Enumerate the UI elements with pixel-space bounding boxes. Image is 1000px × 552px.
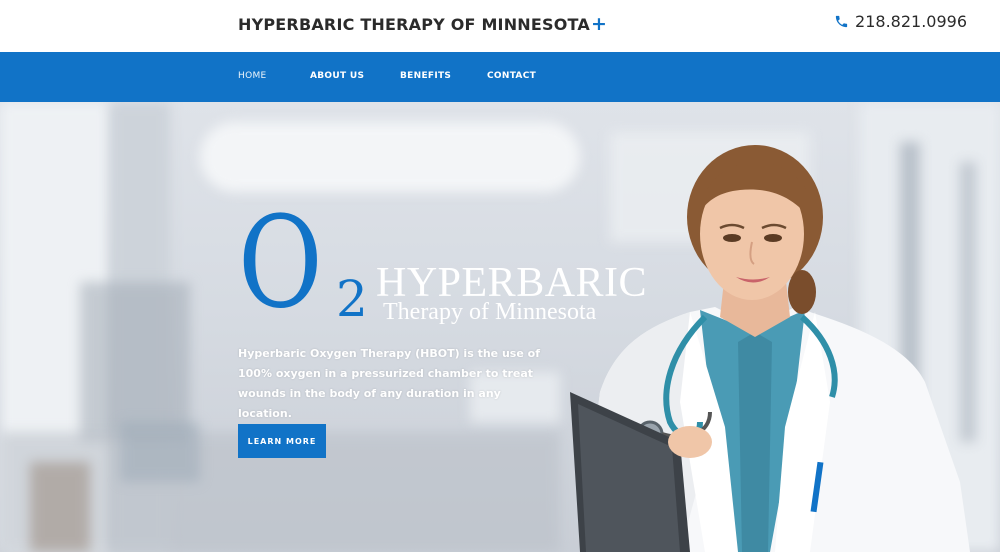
logo-o: O [238,189,323,336]
nav-about-us[interactable]: ABOUT US [310,71,364,81]
logo-hyperbaric: HYPERBARIC [376,260,648,306]
logo-subtitle: Therapy of Minnesota [383,299,597,325]
background-shape [80,282,190,442]
nav-contact[interactable]: CONTACT [487,71,536,81]
logo-subscript-2: 2 [336,270,368,328]
learn-more-button[interactable]: LEARN MORE [238,424,326,458]
phone-link[interactable]: 218.821.0996 [834,12,967,31]
phone-number: 218.821.0996 [855,12,967,31]
hero-section: O 2 HYPERBARIC Therapy of Minnesota Hype… [0,102,1000,552]
nav-home[interactable]: HOME [238,71,267,81]
hero-description: Hyperbaric Oxygen Therapy (HBOT) is the … [238,347,540,420]
background-shape [120,422,200,482]
background-shape [30,462,90,552]
site-header: HYPERBARIC THERAPY OF MINNESOTA+ 218.821… [0,0,1000,52]
plus-icon: + [591,13,608,35]
site-title-text: HYPERBARIC THERAPY OF MINNESOTA [238,15,591,34]
nav-benefits[interactable]: BENEFITS [400,71,451,81]
phone-icon [835,15,848,28]
site-title[interactable]: HYPERBARIC THERAPY OF MINNESOTA+ [238,13,607,35]
background-shape [200,122,580,192]
brand-logo: O 2 HYPERBARIC Therapy of Minnesota [238,200,647,334]
main-navigation: HOME ABOUT US BENEFITS CONTACT [0,52,1000,102]
